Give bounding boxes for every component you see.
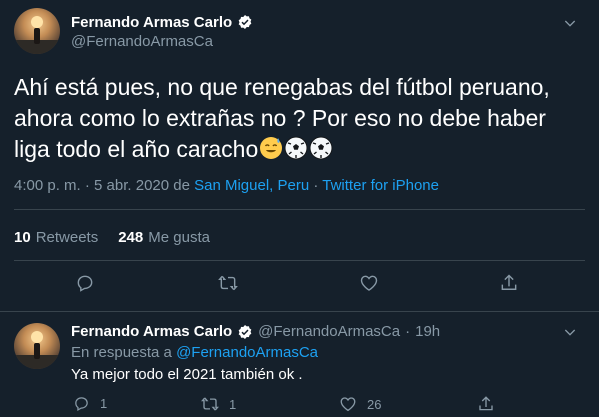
- display-name[interactable]: Fernando Armas Carlo: [71, 323, 232, 340]
- reply-count: 1: [100, 396, 108, 411]
- tweet-stats: 10 Retweets 248 Me gusta: [14, 229, 210, 246]
- replying-to: En respuesta a @FernandoArmasCa: [71, 344, 318, 361]
- tweet-detail-page: Fernando Armas Carlo @FernandoArmasCa Ah…: [0, 0, 599, 417]
- main-tweet-header: Fernando Armas Carlo @FernandoArmasCa: [14, 8, 585, 54]
- tweet-text: Ahí está pues, no que renegabas del fútb…: [14, 72, 584, 165]
- reply-header: Fernando Armas Carlo @FernandoArmasCa · …: [71, 323, 440, 340]
- retweets-count: 10: [14, 229, 31, 246]
- reply-prefix: En respuesta a: [71, 344, 177, 361]
- retweet-count: 1: [229, 396, 237, 412]
- avatar[interactable]: [14, 8, 60, 54]
- retweets-stat[interactable]: 10 Retweets: [14, 229, 98, 246]
- reply-reply-button[interactable]: 1: [73, 395, 107, 412]
- likes-count: 248: [118, 229, 144, 246]
- retweets-label: Retweets: [35, 229, 99, 246]
- handle[interactable]: @FernandoArmasCa: [258, 323, 400, 340]
- reply-retweet-button[interactable]: 1: [201, 395, 236, 413]
- reply-text: Ya mejor todo el 2021 también ok .: [71, 366, 303, 383]
- handle[interactable]: @FernandoArmasCa: [71, 33, 253, 50]
- verified-badge-icon: [237, 324, 253, 340]
- tweet-meta: 4:00 p. m. · 5 abr. 2020 de San Miguel, …: [14, 177, 439, 194]
- reply-icon[interactable]: [74, 272, 96, 294]
- reply-age[interactable]: 19h: [415, 323, 440, 340]
- divider: [14, 209, 585, 210]
- display-name[interactable]: Fernando Armas Carlo: [71, 14, 232, 31]
- divider: [14, 260, 585, 261]
- sweat-smile-emoji-icon: [259, 136, 283, 160]
- retweet-icon: [201, 395, 219, 413]
- author-block: Fernando Armas Carlo @FernandoArmasCa: [71, 12, 253, 50]
- reply-to-link[interactable]: @FernandoArmasCa: [176, 344, 318, 361]
- reply-action-bar: 1 1 26: [71, 395, 501, 415]
- dot-separator: ·: [405, 323, 411, 340]
- reply-like-button[interactable]: 26: [339, 395, 381, 413]
- meta-separator: ·: [309, 177, 323, 194]
- share-icon[interactable]: [498, 272, 520, 294]
- soccer-ball-emoji-icon: [284, 136, 308, 160]
- likes-label: Me gusta: [148, 229, 210, 246]
- tweet-action-bar: [14, 272, 585, 302]
- tweet-timestamp[interactable]: 4:00 p. m. · 5 abr. 2020 de: [14, 177, 194, 194]
- retweet-icon[interactable]: [217, 272, 239, 294]
- like-count: 26: [367, 396, 382, 412]
- location-link[interactable]: San Miguel, Peru: [194, 177, 309, 194]
- reply-icon: [73, 395, 90, 412]
- verified-badge-icon: [237, 14, 253, 30]
- divider: [0, 311, 599, 312]
- avatar[interactable]: [14, 323, 60, 369]
- like-icon: [339, 395, 357, 413]
- reply-tweet[interactable]: Fernando Armas Carlo @FernandoArmasCa · …: [0, 319, 599, 417]
- soccer-ball-emoji-icon: [309, 136, 333, 160]
- chevron-down-icon[interactable]: [559, 12, 581, 34]
- reply-share-button[interactable]: [477, 395, 495, 413]
- like-icon[interactable]: [358, 272, 380, 294]
- likes-stat[interactable]: 248 Me gusta: [118, 229, 210, 246]
- chevron-down-icon[interactable]: [559, 321, 581, 343]
- share-icon: [477, 395, 495, 413]
- source-link[interactable]: Twitter for iPhone: [322, 177, 439, 194]
